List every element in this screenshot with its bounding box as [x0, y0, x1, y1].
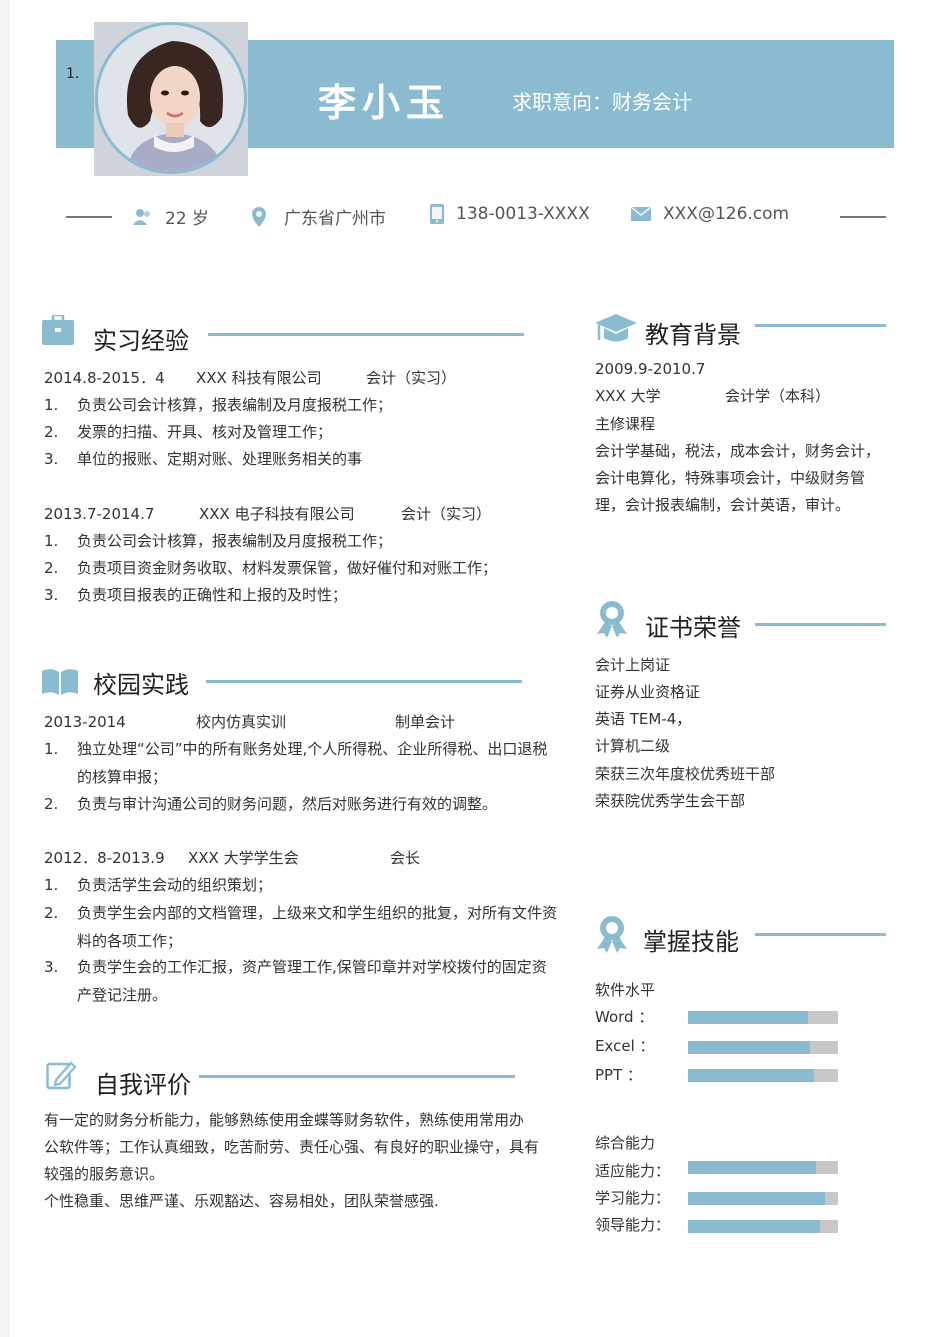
- skill-name: Word ：: [595, 1008, 654, 1026]
- edu-courses-line: 会计学基础，税法，成本会计，财务会计，: [595, 442, 881, 460]
- edit-icon: [46, 1061, 76, 1090]
- section-rule: [755, 933, 886, 936]
- edu-school: XXX 大学: [595, 387, 661, 405]
- skill-bar-fill: [688, 1011, 808, 1024]
- skill-bar: [688, 1041, 838, 1054]
- section-rule: [755, 623, 886, 626]
- skill-name: PPT ：: [595, 1066, 643, 1084]
- skill-bar-fill: [688, 1192, 825, 1205]
- skills-general-label: 综合能力: [595, 1134, 656, 1152]
- skill-bar-fill: [688, 1041, 810, 1054]
- section-rule: [208, 333, 524, 336]
- skill-bar: [688, 1161, 838, 1174]
- skill-name: 领导能力：: [595, 1216, 671, 1234]
- job-role: 会计（实习）: [401, 505, 492, 523]
- graduation-cap-icon: [595, 314, 637, 342]
- person-icon: [133, 208, 150, 225]
- section-title-education: 教育背景: [645, 321, 741, 349]
- cert-item: 计算机二级: [595, 737, 671, 755]
- edu-period: 2009.9-2010.7: [595, 360, 706, 378]
- contact-email: XXX@126.com: [631, 204, 789, 224]
- email-icon: [631, 207, 651, 221]
- cert-item: 荣获院优秀学生会干部: [595, 792, 746, 810]
- self-eval-line: 个性稳重、思维严谨、乐观豁达、容易相处，团队荣誉感强.: [44, 1192, 439, 1210]
- skill-bar-fill: [688, 1220, 820, 1233]
- self-eval-line: 公软件等；工作认真细致，吃苦耐劳、责任心强、有良好的职业操守，具有: [44, 1138, 540, 1156]
- contact-age: 22 岁: [133, 204, 209, 229]
- award-ribbon-icon: [597, 916, 627, 953]
- cert-item: 荣获三次年度校优秀班干部: [595, 765, 776, 783]
- skills-software-label: 软件水平: [595, 981, 656, 999]
- skill-bar-fill: [688, 1069, 814, 1082]
- skill-bar: [688, 1192, 838, 1205]
- candidate-name: 李小玉: [318, 81, 451, 125]
- campus-role: 制单会计: [395, 713, 456, 731]
- edu-major: 会计学（本科）: [725, 387, 831, 405]
- skill-name: 学习能力：: [595, 1189, 671, 1207]
- section-title-self-eval: 自我评价: [95, 1071, 191, 1099]
- location-pin-icon: [252, 206, 266, 227]
- campus-org: XXX 大学学生会: [188, 849, 299, 867]
- job-intent: 求职意向：财务会计: [512, 90, 692, 114]
- section-title-campus: 校园实践: [93, 671, 189, 699]
- skill-bar: [688, 1011, 838, 1024]
- divider-left: [66, 216, 112, 218]
- campus-period: 2013-2014: [44, 713, 126, 731]
- contact-location: 广东省广州市: [250, 204, 386, 229]
- job-period: 2013.7-2014.7: [44, 505, 155, 523]
- section-title-skills: 掌握技能: [643, 928, 739, 956]
- skill-bar: [688, 1069, 838, 1082]
- section-rule: [199, 1075, 515, 1078]
- self-eval-line: 较强的服务意识。: [44, 1165, 165, 1183]
- award-ribbon-icon: [597, 601, 627, 638]
- avatar: [95, 22, 247, 174]
- cert-item: 会计上岗证: [595, 656, 671, 674]
- self-eval-line: 有一定的财务分析能力，能够熟练使用金蝶等财务软件，熟练使用常用办: [44, 1111, 525, 1129]
- skill-bar-fill: [688, 1161, 816, 1174]
- divider-right: [840, 216, 886, 218]
- section-rule: [755, 324, 886, 327]
- briefcase-icon: [42, 315, 74, 345]
- job-period: 2014.8-2015．4: [44, 369, 165, 387]
- skill-name: Excel ：: [595, 1037, 655, 1055]
- job-role: 会计（实习）: [366, 369, 457, 387]
- skill-bar: [688, 1220, 838, 1233]
- contact-phone: 138-0013-XXXX: [430, 204, 590, 224]
- campus-role: 会长: [390, 849, 421, 867]
- book-icon: [42, 669, 78, 695]
- job-company: XXX 科技有限公司: [196, 369, 322, 387]
- campus-period: 2012．8-2013.9: [44, 849, 165, 867]
- job-company: XXX 电子科技有限公司: [199, 505, 355, 523]
- skill-name: 适应能力：: [595, 1162, 671, 1180]
- edu-courses-line: 理，会计报表编制，会计英语，审计。: [595, 496, 851, 514]
- section-rule: [206, 680, 522, 683]
- cert-item: 英语 TEM-4，: [595, 710, 692, 728]
- edu-courses-line: 会计电算化，特殊事项会计，中级财务管: [595, 469, 866, 487]
- edu-courses-label: 主修课程: [595, 415, 656, 433]
- cert-item: 证券从业资格证: [595, 683, 701, 701]
- campus-org: 校内仿真实训: [196, 713, 287, 731]
- section-title-certs: 证书荣誉: [645, 614, 741, 642]
- phone-icon: [430, 204, 444, 224]
- section-title-internship: 实习经验: [93, 327, 189, 355]
